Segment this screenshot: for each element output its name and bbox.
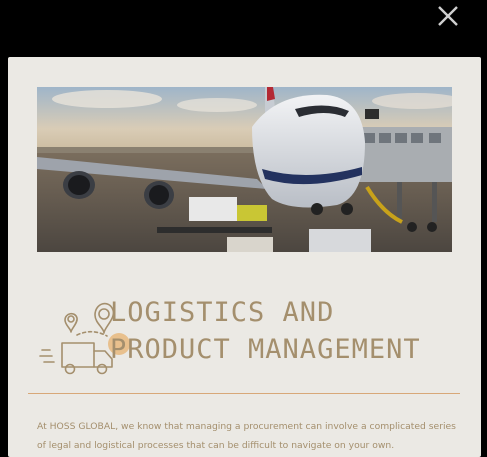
hero-image [37,87,452,252]
body-paragraph: At HOSS GLOBAL, we know that managing a … [37,421,456,451]
heading-line-1: LOGISTICS AND [110,297,335,328]
heading-line-2: PRODUCT MANAGEMENT [110,334,421,365]
section-heading-block: LOGISTICS AND PRODUCT MANAGEMENT [32,290,452,400]
close-button[interactable] [434,2,462,30]
modal-dialog: LOGISTICS AND PRODUCT MANAGEMENT At HOSS… [8,57,481,457]
section-heading: LOGISTICS AND PRODUCT MANAGEMENT [110,294,421,368]
divider [28,393,460,394]
close-icon [438,6,458,26]
